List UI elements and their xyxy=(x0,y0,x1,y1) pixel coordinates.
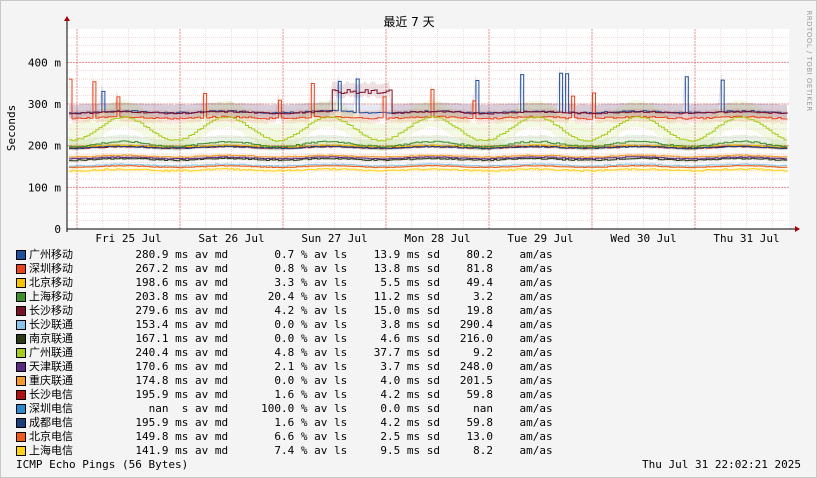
legend-series-name: 上海电信 xyxy=(29,444,73,457)
legend-row: 上海移动 203.8 ms av md 20.4 % av ls 11.2 ms… xyxy=(16,290,553,304)
legend-swatch xyxy=(16,250,26,260)
legend-swatch xyxy=(16,320,26,330)
legend-stats: nan s av md 100.0 % av ls 0.0 ms sd nan … xyxy=(89,402,553,415)
legend-stats: 280.9 ms av md 0.7 % av ls 13.9 ms sd 80… xyxy=(89,248,553,261)
y-tick-label: 300 m xyxy=(28,98,61,111)
legend-swatch xyxy=(16,418,26,428)
legend-series-name: 深圳电信 xyxy=(29,402,73,415)
legend-series-name: 长沙联通 xyxy=(29,318,73,331)
x-tick-label: Wed 30 Jul xyxy=(610,232,676,245)
legend-row: 长沙电信 195.9 ms av md 1.6 % av ls 4.2 ms s… xyxy=(16,388,553,402)
legend-row: 广州联通 240.4 ms av md 4.8 % av ls 37.7 ms … xyxy=(16,346,553,360)
legend-row: 天津联通 170.6 ms av md 2.1 % av ls 3.7 ms s… xyxy=(16,360,553,374)
legend-swatch xyxy=(16,362,26,372)
legend-stats: 167.1 ms av md 0.0 % av ls 4.6 ms sd 216… xyxy=(89,332,553,345)
x-tick-label: Fri 25 Jul xyxy=(95,232,161,245)
legend-series-name: 成都电信 xyxy=(29,416,73,429)
legend-row: 成都电信 195.9 ms av md 1.6 % av ls 4.2 ms s… xyxy=(16,416,553,430)
legend-stats: 279.6 ms av md 4.2 % av ls 15.0 ms sd 19… xyxy=(89,304,553,317)
legend-swatch xyxy=(16,404,26,414)
legend-series-name: 北京电信 xyxy=(29,430,73,443)
legend-series-name: 长沙移动 xyxy=(29,304,73,317)
legend-swatch xyxy=(16,390,26,400)
y-axis-label: Seconds xyxy=(5,105,18,151)
chart-title: 最近 7 天 xyxy=(383,15,434,29)
legend-swatch xyxy=(16,264,26,274)
footer-timestamp: Thu Jul 31 22:02:21 2025 xyxy=(642,458,801,471)
legend-series-name: 北京移动 xyxy=(29,276,73,289)
x-tick-label: Tue 29 Jul xyxy=(507,232,573,245)
legend-stats: 240.4 ms av md 4.8 % av ls 37.7 ms sd 9.… xyxy=(89,346,553,359)
legend-swatch xyxy=(16,446,26,456)
legend-series-name: 深圳移动 xyxy=(29,262,73,275)
legend-row: 深圳电信 nan s av md 100.0 % av ls 0.0 ms sd… xyxy=(16,402,553,416)
watermark: RRDTOOL / TOBI OETIKER xyxy=(805,10,813,111)
y-tick-label: 100 m xyxy=(28,181,61,194)
legend-swatch xyxy=(16,334,26,344)
legend-series-name: 广州联通 xyxy=(29,346,73,359)
legend-stats: 198.6 ms av md 3.3 % av ls 5.5 ms sd 49.… xyxy=(89,276,553,289)
legend-stats: 203.8 ms av md 20.4 % av ls 11.2 ms sd 3… xyxy=(89,290,553,303)
y-axis-arrow xyxy=(64,16,70,21)
legend-series-name: 长沙电信 xyxy=(29,388,73,401)
legend-swatch xyxy=(16,278,26,288)
legend-row: 长沙移动 279.6 ms av md 4.2 % av ls 15.0 ms … xyxy=(16,304,553,318)
legend: 广州移动 280.9 ms av md 0.7 % av ls 13.9 ms … xyxy=(16,248,553,458)
legend-swatch xyxy=(16,376,26,386)
y-tick-label: 0 xyxy=(54,223,61,236)
legend-row: 北京移动 198.6 ms av md 3.3 % av ls 5.5 ms s… xyxy=(16,276,553,290)
legend-series-name: 重庆联通 xyxy=(29,374,73,387)
legend-stats: 141.9 ms av md 7.4 % av ls 9.5 ms sd 8.2… xyxy=(89,444,553,457)
legend-stats: 174.8 ms av md 0.0 % av ls 4.0 ms sd 201… xyxy=(89,374,553,387)
legend-stats: 195.9 ms av md 1.6 % av ls 4.2 ms sd 59.… xyxy=(89,388,553,401)
x-tick-label: Sat 26 Jul xyxy=(198,232,264,245)
legend-swatch xyxy=(16,432,26,442)
legend-stats: 153.4 ms av md 0.0 % av ls 3.8 ms sd 290… xyxy=(89,318,553,331)
x-tick-label: Sun 27 Jul xyxy=(301,232,367,245)
legend-row: 上海电信 141.9 ms av md 7.4 % av ls 9.5 ms s… xyxy=(16,444,553,458)
legend-row: 深圳移动 267.2 ms av md 0.8 % av ls 13.8 ms … xyxy=(16,262,553,276)
legend-stats: 195.9 ms av md 1.6 % av ls 4.2 ms sd 59.… xyxy=(89,416,553,429)
legend-swatch xyxy=(16,348,26,358)
legend-series-name: 上海移动 xyxy=(29,290,73,303)
legend-row: 长沙联通 153.4 ms av md 0.0 % av ls 3.8 ms s… xyxy=(16,318,553,332)
legend-stats: 170.6 ms av md 2.1 % av ls 3.7 ms sd 248… xyxy=(89,360,553,373)
legend-row: 南京联通 167.1 ms av md 0.0 % av ls 4.6 ms s… xyxy=(16,332,553,346)
y-tick-label: 400 m xyxy=(28,56,61,69)
legend-series-name: 天津联通 xyxy=(29,360,73,373)
legend-series-name: 南京联通 xyxy=(29,332,73,345)
footer-description: ICMP Echo Pings (56 Bytes) xyxy=(16,458,189,471)
legend-stats: 149.8 ms av md 6.6 % av ls 2.5 ms sd 13.… xyxy=(89,430,553,443)
x-tick-label: Thu 31 Jul xyxy=(713,232,779,245)
x-tick-label: Mon 28 Jul xyxy=(404,232,470,245)
legend-swatch xyxy=(16,306,26,316)
legend-row: 重庆联通 174.8 ms av md 0.0 % av ls 4.0 ms s… xyxy=(16,374,553,388)
legend-stats: 267.2 ms av md 0.8 % av ls 13.8 ms sd 81… xyxy=(89,262,553,275)
smokeping-graph: 0 100 m 200 m 300 m 400 m Fri 25 Jul Sat 26 Ju… xyxy=(0,0,817,478)
legend-row: 广州移动 280.9 ms av md 0.7 % av ls 13.9 ms … xyxy=(16,248,553,262)
x-axis-arrow xyxy=(795,226,800,232)
legend-row: 北京电信 149.8 ms av md 6.6 % av ls 2.5 ms s… xyxy=(16,430,553,444)
legend-swatch xyxy=(16,292,26,302)
legend-series-name: 广州移动 xyxy=(29,248,73,261)
y-tick-label: 200 m xyxy=(28,140,61,153)
